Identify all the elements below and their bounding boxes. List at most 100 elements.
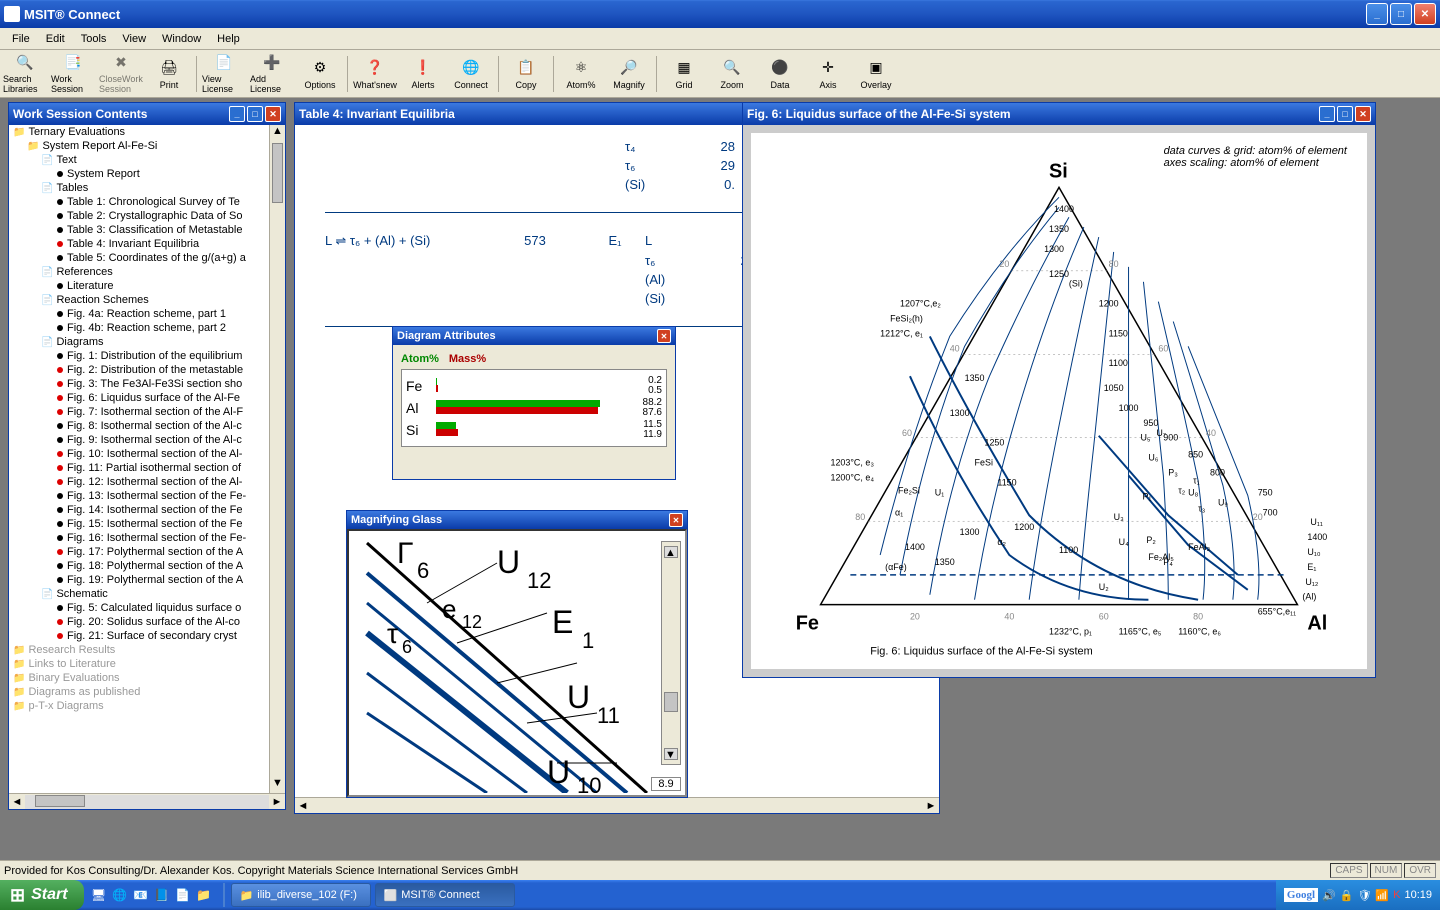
tree-node[interactable]: Text <box>9 153 285 167</box>
work-session-titlebar[interactable]: Work Session Contents _ □ ✕ <box>9 103 285 125</box>
tool-what-snew[interactable]: ❓What'snew <box>352 53 398 95</box>
diagattr-titlebar[interactable]: Diagram Attributes ✕ <box>393 327 675 345</box>
tree-node[interactable]: Fig. 14: Isothermal section of the Fe <box>9 503 285 517</box>
tree-view[interactable]: Ternary EvaluationsSystem Report Al-Fe-S… <box>9 125 285 793</box>
tool-add-license[interactable]: ➕Add License <box>249 53 295 95</box>
tree-node[interactable]: Fig. 9: Isothermal section of the Al-c <box>9 433 285 447</box>
tree-node[interactable]: Fig. 6: Liquidus surface of the Al-Fe <box>9 391 285 405</box>
menu-help[interactable]: Help <box>209 31 248 47</box>
tree-node[interactable]: Table 4: Invariant Equilibria <box>9 237 285 251</box>
ql-icon[interactable]: 📁 <box>195 886 213 904</box>
tree-node[interactable]: Fig. 4a: Reaction scheme, part 1 <box>9 307 285 321</box>
ws-min-button[interactable]: _ <box>229 106 245 122</box>
magglass-close-button[interactable]: ✕ <box>669 513 683 527</box>
plot-area[interactable]: data curves & grid: atom% of element axe… <box>751 133 1367 669</box>
tree-node[interactable]: Research Results <box>9 643 285 657</box>
tree-node[interactable]: Literature <box>9 279 285 293</box>
tree-node[interactable]: Fig. 11: Partial isothermal section of <box>9 461 285 475</box>
tree-vscrollbar[interactable]: ▲▼ <box>269 125 285 793</box>
tree-node[interactable]: Fig. 12: Isothermal section of the Al- <box>9 475 285 489</box>
magglass-titlebar[interactable]: Magnifying Glass ✕ <box>347 511 687 529</box>
tool-copy[interactable]: 📋Copy <box>503 53 549 95</box>
tree-node[interactable]: Diagrams as published <box>9 685 285 699</box>
menu-file[interactable]: File <box>4 31 38 47</box>
tool-data[interactable]: ⚫Data <box>757 53 803 95</box>
tree-node[interactable]: p-T-x Diagrams <box>9 699 285 713</box>
diagram-attributes-window[interactable]: Diagram Attributes ✕ Atom%Mass% Fe0.20.5… <box>392 326 676 480</box>
table-hscrollbar[interactable]: ◄► <box>295 797 939 813</box>
tree-node[interactable]: Reaction Schemes <box>9 293 285 307</box>
clock[interactable]: 10:19 <box>1404 889 1432 901</box>
ws-close-button[interactable]: ✕ <box>265 106 281 122</box>
tool-options[interactable]: ⚙Options <box>297 53 343 95</box>
ql-icon[interactable]: 📄 <box>174 886 192 904</box>
tool-zoom[interactable]: 🔍Zoom <box>709 53 755 95</box>
tree-node[interactable]: Fig. 3: The Fe3Al-Fe3Si section sho <box>9 377 285 391</box>
tool-work-session[interactable]: 📑Work Session <box>50 53 96 95</box>
tree-node[interactable]: Fig. 16: Isothermal section of the Fe- <box>9 531 285 545</box>
diagattr-close-button[interactable]: ✕ <box>657 329 671 343</box>
tree-node[interactable]: Fig. 10: Isothermal section of the Al- <box>9 447 285 461</box>
tool-print[interactable]: 🖨Print <box>146 53 192 95</box>
tree-node[interactable]: Table 3: Classification of Metastable <box>9 223 285 237</box>
tree-node[interactable]: Fig. 1: Distribution of the equilibrium <box>9 349 285 363</box>
tree-node[interactable]: Fig. 8: Isothermal section of the Al-c <box>9 419 285 433</box>
tree-node[interactable]: Fig. 19: Polythermal section of the A <box>9 573 285 587</box>
tree-node[interactable]: Fig. 2: Distribution of the metastable <box>9 363 285 377</box>
tool-alerts[interactable]: ❗Alerts <box>400 53 446 95</box>
tree-node[interactable]: Schematic <box>9 587 285 601</box>
fig-max-button[interactable]: □ <box>1337 106 1353 122</box>
tree-hscrollbar[interactable]: ◄ ► <box>9 793 285 809</box>
element-row: Al88.287.6 <box>406 398 662 418</box>
fig-min-button[interactable]: _ <box>1319 106 1335 122</box>
taskbar-task[interactable]: ⬜ MSIT® Connect <box>375 883 515 907</box>
figure-titlebar[interactable]: Fig. 6: Liquidus surface of the Al-Fe-Si… <box>743 103 1375 125</box>
magnifying-glass-window[interactable]: Magnifying Glass ✕ Γ6 τ6 U12 e12 <box>346 510 688 798</box>
close-button[interactable]: ✕ <box>1414 3 1436 25</box>
ql-icon[interactable]: 🌐 <box>111 886 129 904</box>
tool-atom-[interactable]: ⚛Atom% <box>558 53 604 95</box>
ql-icon[interactable]: 🖥 <box>90 886 108 904</box>
taskbar-task[interactable]: 📁 ilib_diverse_102 (F:) <box>231 883 371 907</box>
tree-node[interactable]: Tables <box>9 181 285 195</box>
tree-node[interactable]: Table 5: Coordinates of the g/(a+g) a <box>9 251 285 265</box>
tree-node[interactable]: Fig. 5: Calculated liquidus surface o <box>9 601 285 615</box>
tree-node[interactable]: Fig. 4b: Reaction scheme, part 2 <box>9 321 285 335</box>
tree-node[interactable]: Fig. 15: Isothermal section of the Fe <box>9 517 285 531</box>
tree-node[interactable]: Fig. 18: Polythermal section of the A <box>9 559 285 573</box>
start-button[interactable]: Start <box>0 880 84 910</box>
tool-axis[interactable]: ✛Axis <box>805 53 851 95</box>
menu-tools[interactable]: Tools <box>73 31 115 47</box>
ql-icon[interactable]: 📘 <box>153 886 171 904</box>
tree-node[interactable]: Table 2: Crystallographic Data of So <box>9 209 285 223</box>
menu-window[interactable]: Window <box>154 31 209 47</box>
zoom-slider[interactable]: ▲ ▼ <box>661 541 681 765</box>
tree-node[interactable]: Table 1: Chronological Survey of Te <box>9 195 285 209</box>
tree-node[interactable]: Links to Literature <box>9 657 285 671</box>
tree-node[interactable]: Fig. 17: Polythermal section of the A <box>9 545 285 559</box>
maximize-button[interactable]: □ <box>1390 3 1412 25</box>
menu-view[interactable]: View <box>114 31 154 47</box>
tree-node[interactable]: System Report <box>9 167 285 181</box>
tool-magnify[interactable]: 🔎Magnify <box>606 53 652 95</box>
tree-node[interactable]: Ternary Evaluations <box>9 125 285 139</box>
tool-search-libraries[interactable]: 🔍Search Libraries <box>2 53 48 95</box>
tool-overlay[interactable]: ▣Overlay <box>853 53 899 95</box>
tree-node[interactable]: Fig. 13: Isothermal section of the Fe- <box>9 489 285 503</box>
tool-connect[interactable]: 🌐Connect <box>448 53 494 95</box>
tool-grid[interactable]: ▦Grid <box>661 53 707 95</box>
minimize-button[interactable]: _ <box>1366 3 1388 25</box>
menu-edit[interactable]: Edit <box>38 31 73 47</box>
tree-node[interactable]: System Report Al-Fe-Si <box>9 139 285 153</box>
tree-node[interactable]: Diagrams <box>9 335 285 349</box>
ws-max-button[interactable]: □ <box>247 106 263 122</box>
tray-icon[interactable]: K <box>1393 889 1400 901</box>
tree-node[interactable]: Fig. 20: Solidus surface of the Al-co <box>9 615 285 629</box>
fig-close-button[interactable]: ✕ <box>1355 106 1371 122</box>
tool-view-license[interactable]: 📄View License <box>201 53 247 95</box>
tree-node[interactable]: Fig. 21: Surface of secondary cryst <box>9 629 285 643</box>
tree-node[interactable]: References <box>9 265 285 279</box>
tree-node[interactable]: Binary Evaluations <box>9 671 285 685</box>
ql-icon[interactable]: 📧 <box>132 886 150 904</box>
tree-node[interactable]: Fig. 7: Isothermal section of the Al-F <box>9 405 285 419</box>
